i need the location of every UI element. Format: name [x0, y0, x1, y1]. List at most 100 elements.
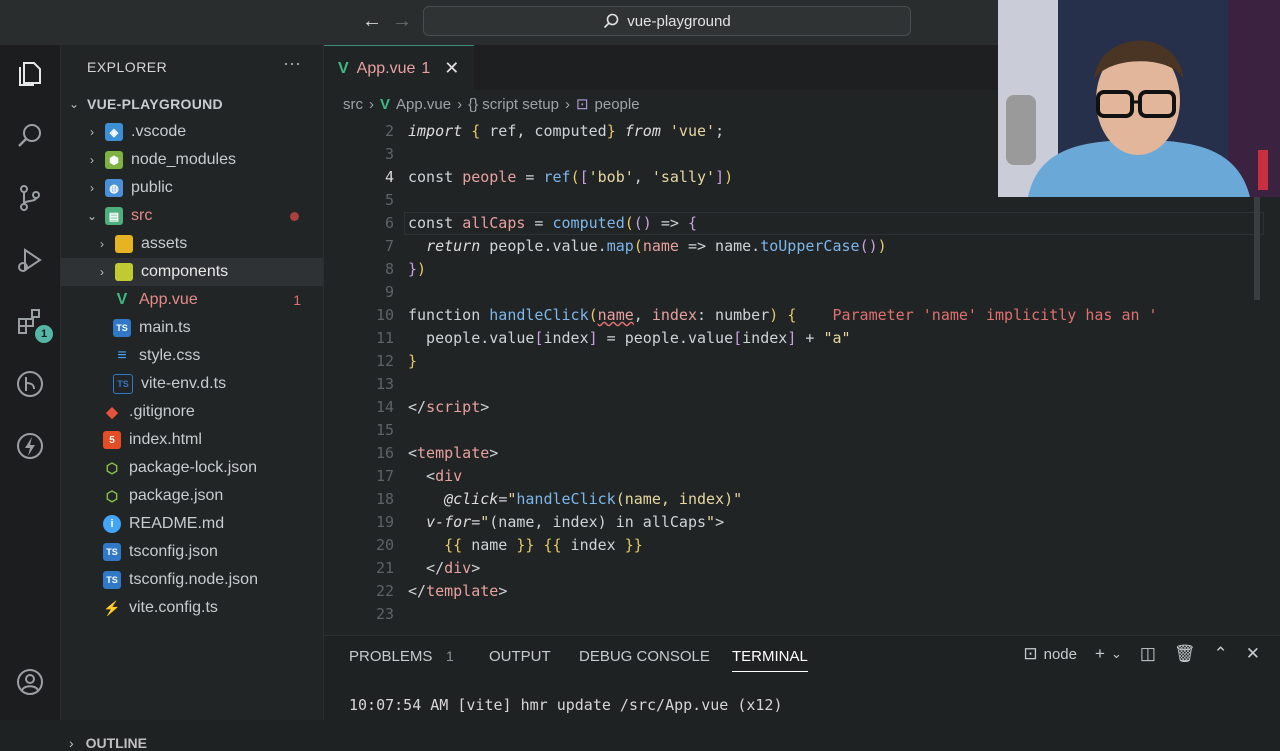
tree-item-label: tsconfig.json: [129, 543, 218, 560]
tree-item-vite-env[interactable]: TS vite-env.d.ts: [61, 370, 323, 398]
line-number: 15: [375, 421, 394, 439]
node-folder-icon: ⬢: [105, 151, 123, 169]
code-line: }): [408, 260, 427, 278]
tree-item-vite-config[interactable]: ⚡ vite.config.ts: [61, 594, 323, 622]
split-terminal-icon[interactable]: ◫: [1140, 644, 1156, 664]
root-label: VUE-PLAYGROUND: [87, 96, 223, 112]
chevron-right-icon: ›: [100, 237, 104, 251]
chevron-down-icon[interactable]: ⌄: [1111, 646, 1122, 662]
run-debug-icon[interactable]: [13, 243, 47, 277]
problems-count: 1: [446, 648, 454, 664]
terminal-icon[interactable]: ⊡: [1023, 644, 1037, 664]
tree-item-package-lock[interactable]: ⬡ package-lock.json: [61, 454, 323, 482]
line-number: 22: [375, 582, 394, 600]
webcam-overlay: [998, 0, 1280, 197]
tab-output[interactable]: OUTPUT: [489, 648, 551, 665]
search-activity-icon[interactable]: [13, 119, 47, 153]
tab-app-vue[interactable]: V App.vue 1 ✕: [324, 45, 474, 91]
tree-item-label: package-lock.json: [129, 459, 258, 476]
code-line: {{ name }} {{ index }}: [444, 536, 643, 554]
tree-item-assets[interactable]: › assets: [61, 230, 323, 258]
outline-section[interactable]: › OUTLINE: [61, 735, 323, 751]
modified-dot: [290, 211, 299, 221]
extensions-icon[interactable]: 1: [13, 305, 53, 343]
git-graph-icon[interactable]: [13, 367, 47, 401]
public-folder-icon: ◍: [105, 179, 123, 197]
back-arrow-icon[interactable]: ←: [362, 10, 382, 33]
forward-arrow-icon[interactable]: →: [392, 10, 412, 33]
tree-item-package-json[interactable]: ⬡ package.json: [61, 482, 323, 510]
tree-item-public[interactable]: › ◍ public: [61, 174, 323, 202]
command-center-search[interactable]: vue-playground: [423, 6, 911, 36]
trash-icon[interactable]: 🗑: [1174, 644, 1196, 664]
assets-folder-icon: [115, 235, 133, 253]
tree-item-label: tsconfig.node.json: [129, 571, 258, 588]
line-number: 7: [384, 237, 394, 255]
tree-item-components[interactable]: › components: [61, 258, 323, 286]
tree-item-node-modules[interactable]: › ⬢ node_modules: [61, 146, 323, 174]
npm-file-icon: ⬡: [105, 459, 119, 476]
line-number: 8: [384, 260, 394, 278]
code-line: </script>: [408, 398, 490, 416]
presenter-image: [998, 0, 1280, 197]
line-number: 16: [375, 444, 394, 462]
line-number: 12: [375, 352, 394, 370]
activity-bar: 1: [0, 45, 61, 720]
source-control-icon[interactable]: [13, 181, 47, 215]
tab-terminal[interactable]: TERMINAL: [732, 648, 808, 672]
tree-item-vscode[interactable]: › ◈ .vscode: [61, 118, 323, 146]
tree-root[interactable]: ⌄ VUE-PLAYGROUND: [61, 90, 323, 118]
line-number: 20: [375, 536, 394, 554]
maximize-panel-icon[interactable]: ⌃: [1214, 644, 1228, 664]
panel-actions: ⊡ node + ⌄ ◫ 🗑 ⌃ ✕: [1023, 644, 1260, 664]
breadcrumb-item[interactable]: {} script setup: [468, 96, 559, 113]
breadcrumb-item[interactable]: App.vue: [396, 96, 451, 113]
components-folder-icon: [115, 263, 133, 281]
tree-item-index-html[interactable]: 5 index.html: [61, 426, 323, 454]
code-line: v-for="(name, index) in allCaps">: [426, 513, 725, 531]
code-line: people.value[index] = people.value[index…: [408, 329, 851, 347]
tree-item-main-ts[interactable]: TS main.ts: [61, 314, 323, 342]
tree-item-label: vite-env.d.ts: [141, 375, 227, 392]
line-number: 10: [375, 306, 394, 324]
tree-item-readme[interactable]: i README.md: [61, 510, 323, 538]
tree-item-style-css[interactable]: ≡ style.css: [61, 342, 323, 370]
tree-item-tsconfig-node[interactable]: TS tsconfig.node.json: [61, 566, 323, 594]
lightning-icon[interactable]: [13, 429, 47, 463]
breadcrumb: src › V App.vue › {} script setup › ⊡ pe…: [343, 95, 640, 114]
chevron-right-icon: ›: [69, 735, 74, 751]
tree-item-app-vue[interactable]: V App.vue 1: [61, 286, 323, 314]
inline-error-message: Parameter 'name' implicitly has an ': [832, 306, 1158, 324]
terminal-output[interactable]: 10:07:54 AM [vite] hmr update /src/App.v…: [349, 696, 782, 714]
ts-file-icon: TS: [113, 319, 131, 337]
tree-item-label: style.css: [139, 347, 201, 364]
vue-file-icon: V: [116, 291, 128, 308]
chevron-right-icon: ›: [564, 95, 570, 113]
tab-debug-console[interactable]: DEBUG CONSOLE: [579, 648, 710, 665]
chevron-right-icon: ›: [369, 95, 374, 113]
tree-item-label: node_modules: [131, 151, 236, 168]
close-icon[interactable]: ✕: [444, 58, 459, 79]
tree-item-label: .vscode: [131, 123, 187, 140]
tree-item-tsconfig[interactable]: TS tsconfig.json: [61, 538, 323, 566]
outline-label: OUTLINE: [85, 735, 148, 751]
tree-item-label: assets: [141, 235, 188, 252]
dts-file-icon: TS: [113, 374, 133, 394]
close-panel-icon[interactable]: ✕: [1246, 644, 1260, 664]
more-actions-icon[interactable]: ···: [283, 53, 301, 74]
chevron-right-icon: ›: [90, 181, 94, 195]
account-icon[interactable]: [13, 665, 47, 699]
tree-item-gitignore[interactable]: ◆ .gitignore: [61, 398, 323, 426]
breadcrumb-item[interactable]: src: [343, 96, 363, 113]
line-number: 5: [384, 191, 394, 209]
tab-problems[interactable]: PROBLEMS: [349, 648, 432, 665]
line-number: 9: [384, 283, 394, 301]
css-file-icon: ≡: [117, 347, 127, 364]
line-number: 3: [384, 145, 394, 163]
tree-item-src[interactable]: ⌄ ▤ src: [61, 202, 323, 230]
breadcrumb-item[interactable]: people: [595, 96, 640, 113]
add-terminal-icon[interactable]: +: [1095, 644, 1105, 664]
explorer-icon[interactable]: [13, 57, 47, 91]
terminal-label[interactable]: node: [1044, 646, 1077, 663]
line-number: 13: [375, 375, 394, 393]
